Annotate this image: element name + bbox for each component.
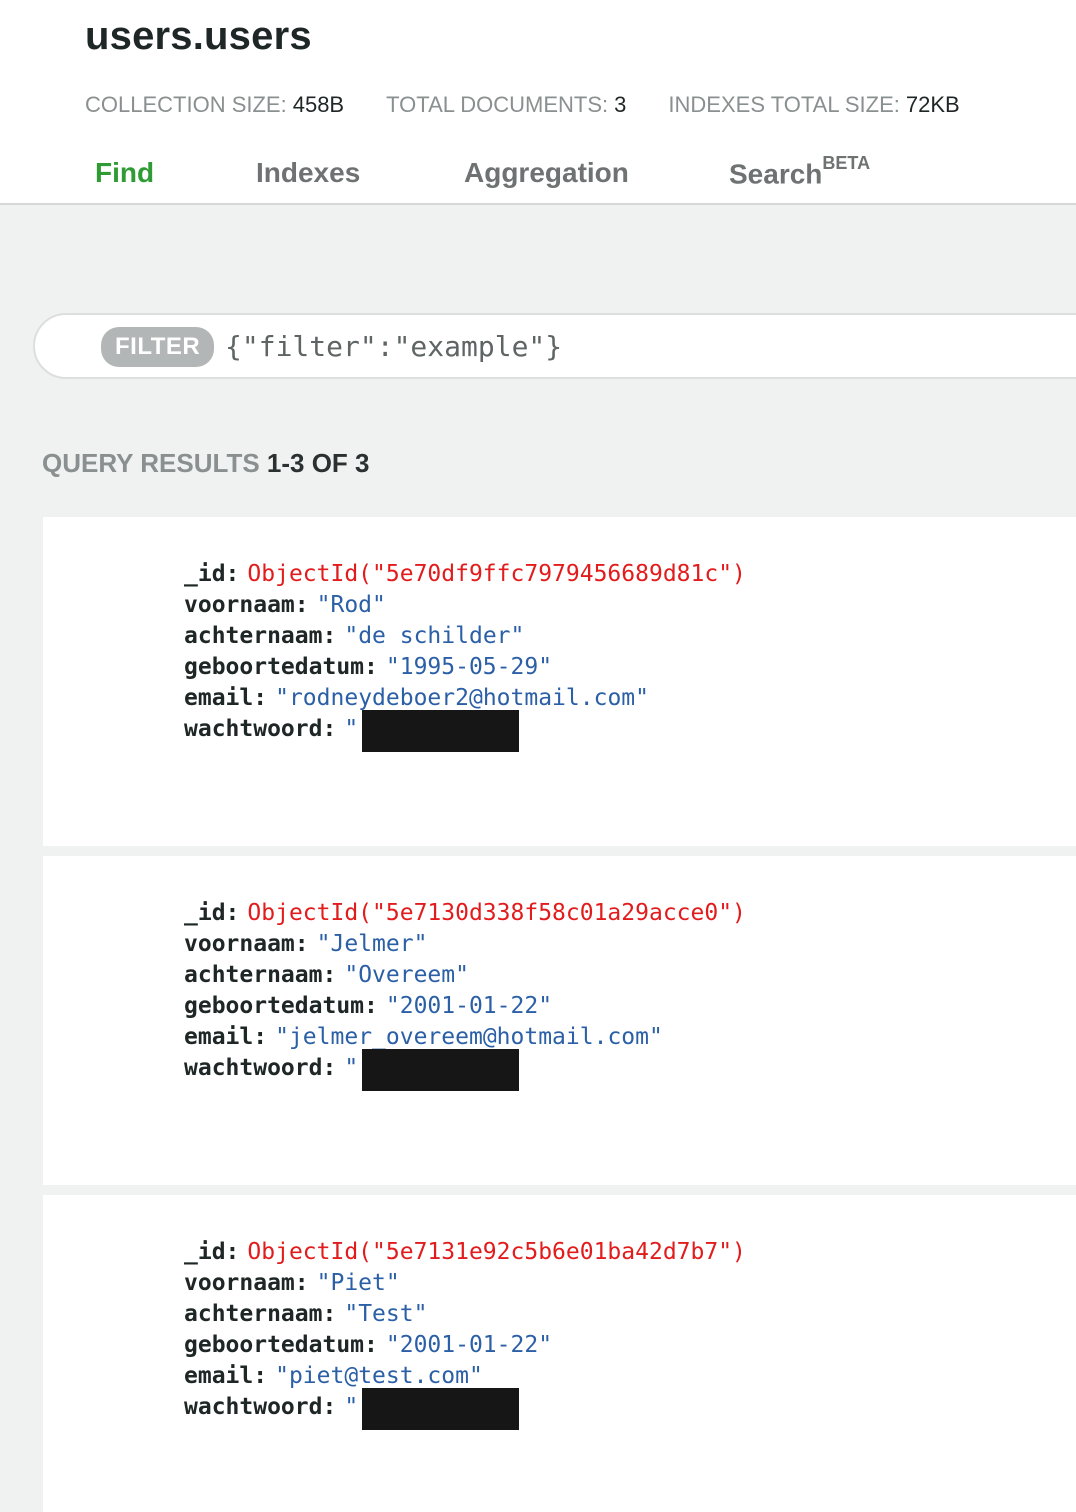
- filter-badge: FILTER: [101, 327, 215, 367]
- field-key: email: [184, 1363, 254, 1389]
- document-card[interactable]: _id: ObjectId("5e70df9ffc7979456689d81c")…: [43, 517, 1076, 846]
- tab-search-label: Search: [729, 158, 823, 190]
- field-value: "Rod": [316, 592, 386, 618]
- object-id-value: ObjectId("5e70df9ffc7979456689d81c"): [247, 561, 746, 587]
- tab-find[interactable]: Find: [95, 157, 154, 189]
- field-key: wachtwoord: [184, 1394, 323, 1420]
- field-value: "Piet": [316, 1270, 400, 1296]
- stat-value: 3: [614, 92, 627, 117]
- field-key: achternaam: [184, 962, 323, 988]
- field-value: "de schilder": [344, 623, 525, 649]
- filter-bar: FILTER: [33, 313, 1076, 379]
- field-key: geboortedatum: [184, 993, 365, 1019]
- stat-total-documents: TOTAL DOCUMENTS: 3: [386, 92, 626, 118]
- field-geboortedatum: geboortedatum: "1995-05-29": [184, 654, 553, 680]
- field-id: _id: ObjectId("5e7131e92c5b6e01ba42d7b7"): [184, 1239, 746, 1265]
- field-wachtwoord: wachtwoord: ": [184, 1049, 746, 1091]
- document-card[interactable]: _id: ObjectId("5e7130d338f58c01a29acce0")…: [43, 856, 1076, 1185]
- field-value: "Test": [344, 1301, 428, 1327]
- field-value-quote: ": [344, 1055, 359, 1081]
- field-key: achternaam: [184, 623, 323, 649]
- filter-input[interactable]: [225, 325, 1065, 367]
- stat-label: INDEXES TOTAL SIZE:: [668, 92, 900, 117]
- field-value: "2001-01-22": [385, 1332, 553, 1358]
- field-achternaam: achternaam: "Test": [184, 1301, 428, 1327]
- tab-indexes[interactable]: Indexes: [256, 157, 360, 189]
- field-value: "2001-01-22": [385, 993, 553, 1019]
- stat-value: 458B: [292, 92, 345, 117]
- redaction-block: [362, 1388, 520, 1430]
- stat-value: 72KB: [905, 92, 960, 117]
- field-voornaam: voornaam: "Jelmer": [184, 931, 428, 957]
- field-key: achternaam: [184, 1301, 323, 1327]
- field-id: _id: ObjectId("5e70df9ffc7979456689d81c"): [184, 561, 746, 587]
- field-key: geboortedatum: [184, 654, 365, 680]
- object-id-value: ObjectId("5e7130d338f58c01a29acce0"): [247, 900, 746, 926]
- field-wachtwoord: wachtwoord: ": [184, 1388, 746, 1430]
- redaction-block: [362, 1049, 520, 1091]
- field-key: voornaam: [184, 1270, 295, 1296]
- field-achternaam: achternaam: "Overeem": [184, 962, 469, 988]
- field-value: "piet@test.com": [275, 1363, 483, 1389]
- query-results-count: 1-3 OF 3: [266, 448, 370, 478]
- collection-stats: COLLECTION SIZE: 458B TOTAL DOCUMENTS: 3 I…: [85, 92, 960, 118]
- field-key: voornaam: [184, 931, 295, 957]
- field-value: "1995-05-29": [385, 654, 553, 680]
- field-value-quote: ": [344, 716, 359, 742]
- field-value-quote: ": [344, 1394, 359, 1420]
- beta-badge: BETA: [822, 153, 871, 173]
- field-id: _id: ObjectId("5e7130d338f58c01a29acce0"): [184, 900, 746, 926]
- field-key: _id: [184, 900, 226, 926]
- field-geboortedatum: geboortedatum: "2001-01-22": [184, 1332, 553, 1358]
- collection-tabs: Find Indexes Aggregation SearchBETA: [0, 153, 1076, 205]
- field-key: wachtwoord: [184, 1055, 323, 1081]
- field-value: "Overeem": [344, 962, 469, 988]
- tab-search[interactable]: SearchBETA: [729, 153, 870, 190]
- field-key: email: [184, 1024, 254, 1050]
- tab-aggregation[interactable]: Aggregation: [464, 157, 629, 189]
- field-achternaam: achternaam: "de schilder": [184, 623, 525, 649]
- collection-title: users.users: [85, 14, 312, 58]
- document-card[interactable]: _id: ObjectId("5e7131e92c5b6e01ba42d7b7")…: [43, 1195, 1076, 1512]
- document-fields: _id: ObjectId("5e7130d338f58c01a29acce0")…: [184, 898, 746, 1091]
- stat-collection-size: COLLECTION SIZE: 458B: [85, 92, 344, 118]
- field-key: _id: [184, 1239, 226, 1265]
- query-results-text: QUERY RESULTS: [42, 448, 260, 478]
- field-value: "jelmer_overeem@hotmail.com": [275, 1024, 663, 1050]
- object-id-value: ObjectId("5e7131e92c5b6e01ba42d7b7"): [247, 1239, 746, 1265]
- field-key: voornaam: [184, 592, 295, 618]
- field-key: wachtwoord: [184, 716, 323, 742]
- field-value: "rodneydeboer2@hotmail.com": [275, 685, 649, 711]
- stat-label: TOTAL DOCUMENTS:: [386, 92, 609, 117]
- field-value: "Jelmer": [316, 931, 428, 957]
- stat-indexes-size: INDEXES TOTAL SIZE: 72KB: [668, 92, 959, 118]
- field-wachtwoord: wachtwoord: ": [184, 710, 746, 752]
- document-fields: _id: ObjectId("5e7131e92c5b6e01ba42d7b7")…: [184, 1237, 746, 1430]
- stat-label: COLLECTION SIZE:: [85, 92, 287, 117]
- field-key: geboortedatum: [184, 1332, 365, 1358]
- field-voornaam: voornaam: "Rod": [184, 592, 386, 618]
- field-voornaam: voornaam: "Piet": [184, 1270, 400, 1296]
- field-key: _id: [184, 561, 226, 587]
- redaction-block: [362, 710, 520, 752]
- field-key: email: [184, 685, 254, 711]
- document-fields: _id: ObjectId("5e70df9ffc7979456689d81c")…: [184, 559, 746, 752]
- collection-header: users.users COLLECTION SIZE: 458B TOTAL D…: [0, 0, 1076, 205]
- field-geboortedatum: geboortedatum: "2001-01-22": [184, 993, 553, 1019]
- query-results-label: QUERY RESULTS 1-3 OF 3: [42, 448, 370, 479]
